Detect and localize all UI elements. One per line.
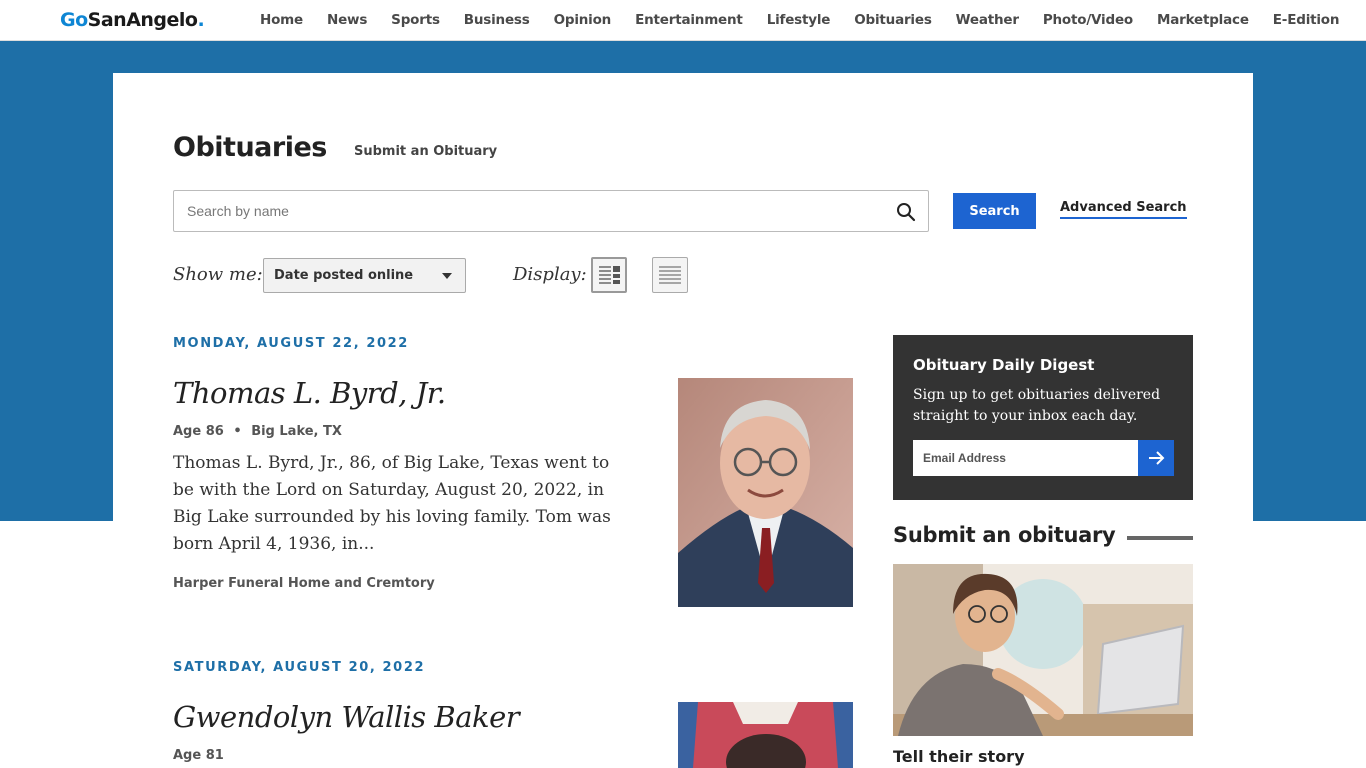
nav-item-business[interactable]: Business [464, 12, 530, 28]
submit-obituary-heading: Submit an obituary [893, 523, 1116, 547]
site-logo[interactable]: GoSanAngelo. [60, 9, 205, 31]
chevron-down-icon [442, 273, 452, 279]
obituary-date-heading: MONDAY, AUGUST 22, 2022 [173, 336, 409, 351]
advanced-search-link[interactable]: Advanced Search [1060, 200, 1187, 219]
display-list-button[interactable] [652, 257, 688, 293]
portrait-image [678, 378, 853, 607]
display-list-thumbnails-button[interactable] [591, 257, 627, 293]
obituary-date-heading: SATURDAY, AUGUST 20, 2022 [173, 660, 426, 675]
meta-separator: • [233, 424, 242, 439]
email-field[interactable] [913, 440, 1138, 476]
page-title: Obituaries [173, 132, 327, 163]
nav-item-sports[interactable]: Sports [391, 12, 440, 28]
obituary-meta: Age 81 [173, 748, 224, 763]
obituary-meta: Age 86 • Big Lake, TX [173, 424, 342, 439]
obituary-age: Age 81 [173, 748, 224, 763]
top-navigation: GoSanAngelo. Home News Sports Business O… [0, 0, 1366, 41]
list-thumbnail-icon [599, 266, 620, 284]
submit-obituary-image[interactable] [893, 564, 1193, 736]
nav-item-lifestyle[interactable]: Lifestyle [767, 12, 831, 28]
obituary-funeral-home: Harper Funeral Home and Cremtory [173, 576, 435, 591]
tell-their-story-heading: Tell their story [893, 747, 1025, 766]
portrait-image [678, 702, 853, 768]
nav-item-entertainment[interactable]: Entertainment [635, 12, 743, 28]
obituary-photo[interactable] [678, 702, 853, 768]
logo-dot-text: . [197, 9, 205, 31]
nav-item-marketplace[interactable]: Marketplace [1157, 12, 1249, 28]
nav-item-home[interactable]: Home [260, 12, 303, 28]
nav-item-news[interactable]: News [327, 12, 367, 28]
nav-item-photo-video[interactable]: Photo/Video [1043, 12, 1133, 28]
nav-item-obituaries[interactable]: Obituaries [854, 12, 932, 28]
digest-submit-button[interactable] [1138, 440, 1174, 476]
nav-item-e-edition[interactable]: E-Edition [1273, 12, 1340, 28]
sort-select[interactable]: Date posted online [263, 258, 466, 293]
obituary-excerpt: Thomas L. Byrd, Jr., 86, of Big Lake, Te… [173, 453, 611, 554]
list-icon [659, 266, 681, 284]
nav-item-weather[interactable]: Weather [956, 12, 1019, 28]
obituary-age: Age 86 [173, 424, 224, 439]
search-box [173, 190, 929, 232]
daily-digest-signup: Obituary Daily Digest Sign up to get obi… [893, 335, 1193, 500]
search-input[interactable] [174, 191, 874, 231]
show-me-label: Show me: [173, 264, 263, 285]
digest-description: Sign up to get obituaries delivered stra… [913, 387, 1161, 424]
heading-rule [1127, 536, 1193, 540]
arrow-right-icon [1149, 451, 1165, 465]
obituary-location: Big Lake, TX [251, 424, 342, 439]
submit-obituary-link[interactable]: Submit an Obituary [354, 144, 497, 159]
logo-name-text: SanAngelo [87, 9, 198, 31]
sort-select-value: Date posted online [274, 268, 414, 283]
search-icon[interactable] [896, 202, 916, 222]
nav-links: Home News Sports Business Opinion Entert… [248, 0, 1351, 40]
digest-title: Obituary Daily Digest [913, 356, 1095, 374]
obituary-photo[interactable] [678, 378, 853, 607]
nav-item-opinion[interactable]: Opinion [554, 12, 612, 28]
search-button[interactable]: Search [953, 193, 1036, 229]
obituary-name-link[interactable]: Gwendolyn Wallis Baker [173, 700, 520, 734]
obituary-name-link[interactable]: Thomas L. Byrd, Jr. [173, 376, 446, 410]
logo-go-text: Go [60, 9, 88, 31]
woman-laptop-image [893, 564, 1193, 736]
display-label: Display: [513, 264, 587, 285]
